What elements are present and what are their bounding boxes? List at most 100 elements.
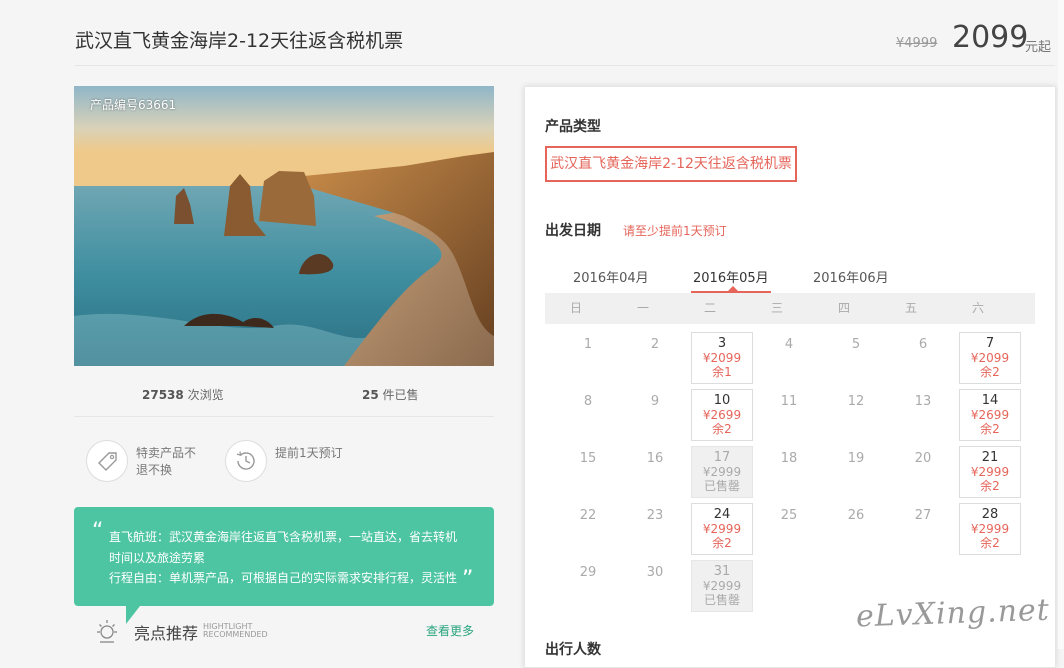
calendar-day: 22 [579, 508, 597, 523]
description-bubble: “ 直飞航班：武汉黄金海岸往返直飞含税机票，一站直达，省去转机时间以及旅途劳累 … [74, 507, 494, 624]
calendar-day: 4 [784, 337, 794, 352]
weekday-label: 三 [770, 301, 783, 315]
calendar-day: 12 [847, 394, 865, 409]
day-stock: 余2 [980, 365, 1000, 379]
calendar-day: 13 [914, 394, 932, 409]
calendar-day: 16 [646, 451, 664, 466]
calendar-day-available[interactable]: 3 ¥2099 余1 [691, 332, 753, 384]
calendar-day: 30 [646, 565, 664, 580]
calendar-day: 9 [650, 394, 660, 409]
calendar-day: 19 [847, 451, 865, 466]
departure-date-label: 出发日期 [545, 223, 601, 239]
advance-booking-note: 请至少提前1天预订 [623, 224, 727, 238]
view-count: 27538 次浏览 [142, 386, 224, 403]
calendar-day: 2 [650, 337, 660, 352]
day-stock: 余2 [712, 536, 732, 550]
travelers-label: 出行人数 [545, 642, 601, 658]
calendar-day-available: 31 ¥2999 已售罄 [691, 560, 753, 612]
calendar-day-available: 17 ¥2999 已售罄 [691, 446, 753, 498]
sold-count-number: 25 [362, 388, 379, 402]
calendar-day: 11 [780, 394, 798, 409]
calendar-day: 18 [780, 451, 798, 466]
header-divider [75, 65, 1055, 66]
description-line: 行程自由：单机票产品，可根据自己的实际需求安排行程，灵活性 [109, 571, 458, 585]
day-price: ¥2699 [702, 408, 742, 422]
day-number: 7 [985, 336, 995, 351]
coastline-photo [74, 86, 494, 366]
description-line: 直飞航班：武汉黄金海岸往返直飞含税机票，一站直达，省去转机时间以及旅途劳累 [109, 530, 458, 565]
day-price: ¥2999 [702, 522, 742, 536]
month-tab-2016-06[interactable]: 2016年06月 [813, 267, 889, 286]
calendar-day: 20 [914, 451, 932, 466]
calendar-day-available[interactable]: 28 ¥2999 余2 [959, 503, 1021, 555]
scrollbar[interactable] [1058, 0, 1064, 649]
day-stock: 余2 [980, 422, 1000, 436]
calendar-day-available[interactable]: 14 ¥2699 余2 [959, 389, 1021, 441]
day-price: ¥2999 [702, 465, 742, 479]
day-stock: 已售罄 [703, 479, 740, 493]
day-price: ¥2999 [702, 579, 742, 593]
calendar-day: 27 [914, 508, 932, 523]
original-price: ¥4999 [896, 36, 938, 51]
view-more-link[interactable]: 查看更多 [426, 622, 474, 639]
day-price: ¥2099 [702, 351, 742, 365]
calendar-day: 1 [583, 337, 593, 352]
feature-text: 特卖产品不退不换 [136, 446, 197, 477]
month-tab-2016-05[interactable]: 2016年05月 [693, 267, 769, 286]
calendar-day: 8 [583, 394, 593, 409]
feature-text: 提前1天预订 [275, 446, 343, 460]
day-number: 31 [713, 564, 731, 579]
current-price: 2099 [952, 20, 1029, 55]
day-stock: 余2 [980, 536, 1000, 550]
day-number: 17 [713, 450, 731, 465]
open-quote-icon: “ [92, 519, 104, 544]
sold-count-label: 件已售 [382, 388, 419, 402]
weekday-label: 日 [569, 301, 582, 315]
product-id: 产品编号63661 [90, 98, 177, 112]
highlight-subtitle-2: RECOMMENDED [203, 630, 268, 639]
product-stats: 27538 次浏览 25 件已售 [74, 380, 494, 417]
booking-panel: 产品类型 武汉直飞黄金海岸2-12天往返含税机票 出发日期 请至少提前1天预订 … [524, 86, 1056, 668]
calendar-day: 29 [579, 565, 597, 580]
calendar-day: 26 [847, 508, 865, 523]
view-count-label: 次浏览 [187, 388, 224, 402]
calendar-day: 5 [851, 337, 861, 352]
page-title: 武汉直飞黄金海岸2-12天往返含税机票 [75, 30, 404, 52]
calendar-day-available[interactable]: 7 ¥2099 余2 [959, 332, 1021, 384]
day-stock: 余2 [980, 479, 1000, 493]
month-tab-2016-04[interactable]: 2016年04月 [573, 267, 649, 286]
tag-icon [86, 440, 128, 482]
day-price: ¥2099 [970, 351, 1010, 365]
clock-history-icon [225, 440, 267, 482]
day-price: ¥2999 [970, 522, 1010, 536]
product-photo[interactable]: 产品编号63661 [74, 86, 494, 366]
day-stock: 余2 [712, 422, 732, 436]
weekday-label: 五 [904, 301, 917, 315]
weekday-header: 日一二三四五六 [545, 293, 1035, 324]
weekday-label: 六 [971, 301, 984, 315]
calendar-day: 25 [780, 508, 798, 523]
day-number: 24 [713, 507, 731, 522]
calendar-day: 6 [918, 337, 928, 352]
watermark: eLvXing.net [855, 592, 1051, 635]
product-type-label: 产品类型 [545, 119, 601, 135]
day-price: ¥2699 [970, 408, 1010, 422]
day-stock: 已售罄 [703, 593, 740, 607]
sold-count: 25 件已售 [362, 386, 419, 403]
day-number: 14 [981, 393, 999, 408]
calendar-day-available[interactable]: 24 ¥2999 余2 [691, 503, 753, 555]
product-type-option[interactable]: 武汉直飞黄金海岸2-12天往返含税机票 [545, 146, 797, 182]
highlight-subtitle: HIGHTLIGHT RECOMMENDED [203, 623, 268, 639]
weekday-label: 四 [837, 301, 850, 315]
highlight-title: 亮点推荐 [134, 624, 199, 643]
calendar-day-available[interactable]: 21 ¥2999 余2 [959, 446, 1021, 498]
page-header: 武汉直飞黄金海岸2-12天往返含税机票 ¥4999 2099 元起 [0, 0, 1064, 66]
weekday-label: 一 [636, 301, 649, 315]
day-stock: 余1 [712, 365, 732, 379]
weekday-label: 二 [703, 301, 716, 315]
day-number: 3 [717, 336, 727, 351]
price-unit: 元起 [1025, 40, 1052, 55]
sun-icon [94, 618, 120, 648]
calendar-day-available[interactable]: 10 ¥2699 余2 [691, 389, 753, 441]
day-number: 28 [981, 507, 999, 522]
